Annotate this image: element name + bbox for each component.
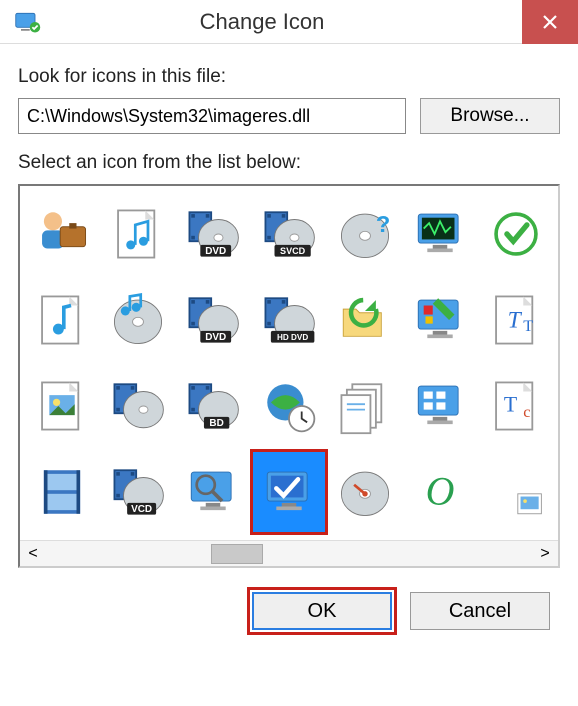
icon-file-path-input[interactable] [18, 98, 406, 134]
page-photo-icon[interactable] [26, 366, 98, 446]
photo-small-icon[interactable] [480, 452, 552, 532]
horizontal-scrollbar[interactable]: < > [20, 540, 558, 566]
monitor-check-icon[interactable] [253, 452, 325, 532]
page-music-icon[interactable] [102, 194, 174, 274]
svg-text:DVD: DVD [205, 332, 226, 343]
ok-button[interactable]: OK [252, 592, 392, 630]
select-label: Select an icon from the list below: [18, 152, 560, 174]
monitor-waveform-icon[interactable] [405, 194, 477, 274]
monitor-paint-icon[interactable] [405, 280, 477, 360]
chevron-right-icon: > [540, 545, 549, 563]
letter-o-icon[interactable]: O [405, 452, 477, 532]
globe-clock-icon[interactable] [253, 366, 325, 446]
disc-gauge-icon[interactable] [329, 452, 401, 532]
monitor-apps-icon[interactable] [405, 366, 477, 446]
dialog-title: Change Icon [2, 9, 522, 35]
close-icon [542, 14, 558, 30]
cancel-button[interactable]: Cancel [410, 592, 550, 630]
disc-music-icon[interactable] [102, 280, 174, 360]
disc-vcd-icon[interactable]: VCD [102, 452, 174, 532]
checkmark-green-icon[interactable] [480, 194, 552, 274]
page-tc-icon[interactable]: Tc [480, 366, 552, 446]
disc-svcd-film-icon[interactable]: SVCD [253, 194, 325, 274]
disc-dvd-film-icon[interactable]: DVD [177, 194, 249, 274]
svg-text:SVCD: SVCD [280, 246, 306, 256]
disc-dvd-film2-icon[interactable]: DVD [177, 280, 249, 360]
svg-text:T: T [508, 307, 523, 333]
svg-text:T: T [523, 316, 533, 335]
film-strip-icon[interactable] [26, 452, 98, 532]
look-for-label: Look for icons in this file: [18, 66, 560, 88]
folder-refresh-icon[interactable] [329, 280, 401, 360]
chevron-left-icon: < [28, 545, 37, 563]
svg-text:HD DVD: HD DVD [277, 333, 308, 342]
disc-bd-film-icon[interactable]: BD [177, 366, 249, 446]
svg-text:DVD: DVD [205, 246, 226, 257]
monitor-magnify-icon[interactable] [177, 452, 249, 532]
scrollbar-thumb[interactable] [211, 544, 263, 564]
browse-button[interactable]: Browse... [420, 98, 560, 134]
dialog-content: Look for icons in this file: Browse... S… [0, 44, 578, 706]
user-briefcase-icon[interactable] [26, 194, 98, 274]
dialog-button-row: OK Cancel [18, 592, 560, 630]
disc-question-icon[interactable]: ? [329, 194, 401, 274]
icon-grid: DVDSVCD?DVDHD DVDTTBDTcVCDO [20, 186, 558, 540]
documents-stack-icon[interactable] [329, 366, 401, 446]
close-button[interactable] [522, 0, 578, 44]
icon-list-well: DVDSVCD?DVDHD DVDTTBDTcVCDO < > [18, 184, 560, 568]
disc-hddvd-icon[interactable]: HD DVD [253, 280, 325, 360]
path-row: Browse... [18, 98, 560, 134]
svg-text:T: T [504, 392, 517, 416]
svg-text:VCD: VCD [131, 504, 152, 515]
scrollbar-track[interactable] [46, 541, 532, 566]
page-tt-icon[interactable]: TT [480, 280, 552, 360]
svg-text:?: ? [376, 211, 390, 237]
change-icon-dialog: Change Icon Look for icons in this file:… [0, 0, 578, 706]
titlebar: Change Icon [0, 0, 578, 44]
svg-text:c: c [523, 402, 530, 421]
scroll-right-button[interactable]: > [532, 541, 558, 567]
scroll-left-button[interactable]: < [20, 541, 46, 567]
svg-text:BD: BD [210, 418, 224, 429]
page-note-icon[interactable] [26, 280, 98, 360]
disc-film-icon[interactable] [102, 366, 174, 446]
svg-text:O: O [426, 469, 455, 514]
